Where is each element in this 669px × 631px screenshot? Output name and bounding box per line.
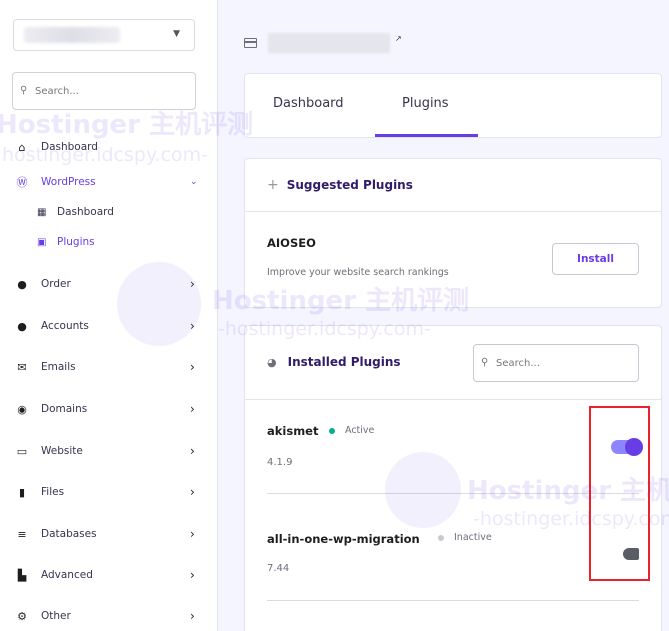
info-icon: ●	[17, 277, 27, 291]
website-icon	[244, 38, 257, 48]
chevron-right-icon: ›	[190, 527, 195, 541]
tab-bar: Dashboard Plugins	[244, 73, 662, 138]
chevron-right-icon: ›	[190, 277, 195, 291]
chevron-down-icon: ▼	[173, 29, 180, 39]
sidebar-item-label: Files	[41, 486, 65, 498]
database-icon: ≡	[17, 527, 27, 541]
sidebar: ▼ ⚲ ⌂ Dashboard Ⓦ WordPress ⌄ ▦ Dashboar…	[0, 0, 218, 631]
row-divider	[267, 493, 639, 494]
chevron-right-icon: ›	[190, 319, 195, 333]
install-button[interactable]: Install	[552, 243, 639, 275]
chevron-right-icon: ›	[190, 360, 195, 374]
info-icon: ●	[17, 319, 27, 333]
suggested-plugins-header[interactable]: + Suggested Plugins	[267, 177, 413, 193]
tab-dashboard[interactable]: Dashboard	[273, 96, 344, 111]
plugin-name: all-in-one-wp-migration	[267, 532, 420, 546]
installed-plugins-title: Installed Plugins	[287, 355, 401, 369]
website-url-redacted	[268, 33, 390, 53]
divider	[245, 211, 661, 212]
chevron-right-icon: ›	[190, 402, 195, 416]
sidebar-subitem-dashboard[interactable]: ▦ Dashboard	[37, 202, 114, 222]
sidebar-item-order[interactable]: ● Order ›	[15, 273, 195, 295]
grid-icon: ▦	[37, 206, 47, 218]
plugin-status: Inactive	[438, 532, 492, 543]
home-icon: ⌂	[18, 140, 26, 154]
plugin-toggle-on[interactable]	[611, 438, 643, 456]
suggested-plugins-title: Suggested Plugins	[286, 178, 413, 192]
site-selector[interactable]: ▼	[13, 19, 195, 51]
suggested-plugin-name: AIOSEO	[267, 236, 316, 250]
sidebar-item-label: Advanced	[41, 569, 93, 581]
chevron-right-icon: ›	[190, 444, 195, 458]
toggle-knob	[625, 438, 643, 456]
sidebar-item-accounts[interactable]: ● Accounts ›	[15, 315, 195, 337]
plus-icon: +	[267, 177, 279, 193]
divider	[245, 399, 661, 400]
suggested-plugins-card: + Suggested Plugins AIOSEO Improve your …	[244, 158, 662, 308]
gears-icon: ⚙	[17, 609, 27, 623]
globe-icon: ◉	[17, 402, 27, 416]
external-link-icon[interactable]: ↗	[395, 34, 402, 43]
sidebar-item-label: WordPress	[41, 176, 96, 188]
sidebar-item-label: Dashboard	[41, 141, 98, 153]
status-dot	[438, 534, 444, 541]
wordpress-icon: Ⓦ	[16, 176, 28, 189]
plugin-version: 4.1.9	[267, 457, 293, 468]
sidebar-item-emails[interactable]: ✉ Emails ›	[15, 356, 194, 378]
sidebar-item-label: Emails	[41, 361, 76, 373]
suggested-plugin-description: Improve your website search rankings	[267, 267, 449, 278]
search-icon: ⚲	[20, 85, 28, 96]
row-divider	[267, 600, 639, 601]
search-icon: ⚲	[481, 357, 489, 368]
chevron-down-icon: ⌄	[190, 177, 198, 187]
sidebar-item-label: Other	[41, 610, 71, 622]
sidebar-item-advanced[interactable]: ▙ Advanced ›	[15, 564, 195, 586]
pie-chart-icon: ◕	[267, 355, 277, 369]
chevron-right-icon: ›	[190, 609, 195, 623]
mail-icon: ✉	[17, 360, 27, 374]
sidebar-item-label: Accounts	[41, 320, 89, 332]
sidebar-item-label: Databases	[41, 528, 97, 540]
sidebar-item-dashboard[interactable]: ⌂ Dashboard	[15, 136, 98, 158]
sidebar-subitem-label: Dashboard	[57, 206, 114, 218]
plugin-name: akismet	[267, 424, 319, 438]
sidebar-item-databases[interactable]: ≡ Databases ›	[15, 523, 194, 545]
status-label: Active	[345, 425, 375, 436]
site-name-redacted	[24, 27, 120, 43]
status-label: Inactive	[454, 532, 492, 543]
sidebar-item-files[interactable]: ▮ Files ›	[15, 481, 195, 503]
plugin-search[interactable]: ⚲	[473, 344, 639, 382]
sidebar-subitem-plugins[interactable]: ▣ Plugins	[37, 232, 95, 252]
tab-plugins[interactable]: Plugins	[402, 96, 449, 111]
cabinet-icon: ▙	[17, 568, 27, 582]
plugin-status: Active	[329, 425, 374, 436]
sidebar-item-label: Website	[41, 445, 83, 457]
plugin-version: 7.44	[267, 563, 290, 574]
sidebar-search-input[interactable]	[35, 82, 185, 100]
sidebar-item-other[interactable]: ⚙ Other ›	[15, 605, 195, 627]
installed-plugins-card: ◕ Installed Plugins ⚲ akismet Active 4.1…	[244, 325, 662, 631]
plugin-search-input[interactable]	[496, 354, 626, 372]
chevron-right-icon: ›	[190, 485, 195, 499]
sidebar-item-label: Domains	[41, 403, 88, 415]
sidebar-item-website[interactable]: ▭ Website ›	[15, 440, 195, 462]
sidebar-item-wordpress[interactable]: Ⓦ WordPress ⌄	[15, 171, 198, 193]
active-tab-indicator	[375, 134, 478, 137]
plugin-icon: ▣	[37, 236, 47, 248]
sidebar-subitem-label: Plugins	[57, 236, 95, 248]
chevron-right-icon: ›	[190, 568, 195, 582]
plugin-toggle-off[interactable]	[623, 548, 639, 560]
status-dot	[329, 427, 335, 434]
installed-plugins-header: ◕ Installed Plugins	[267, 355, 401, 369]
sidebar-search[interactable]: ⚲	[12, 72, 196, 110]
sidebar-item-domains[interactable]: ◉ Domains ›	[15, 398, 195, 420]
monitor-icon: ▭	[16, 444, 28, 458]
sidebar-item-label: Order	[41, 278, 71, 290]
file-icon: ▮	[18, 485, 26, 499]
